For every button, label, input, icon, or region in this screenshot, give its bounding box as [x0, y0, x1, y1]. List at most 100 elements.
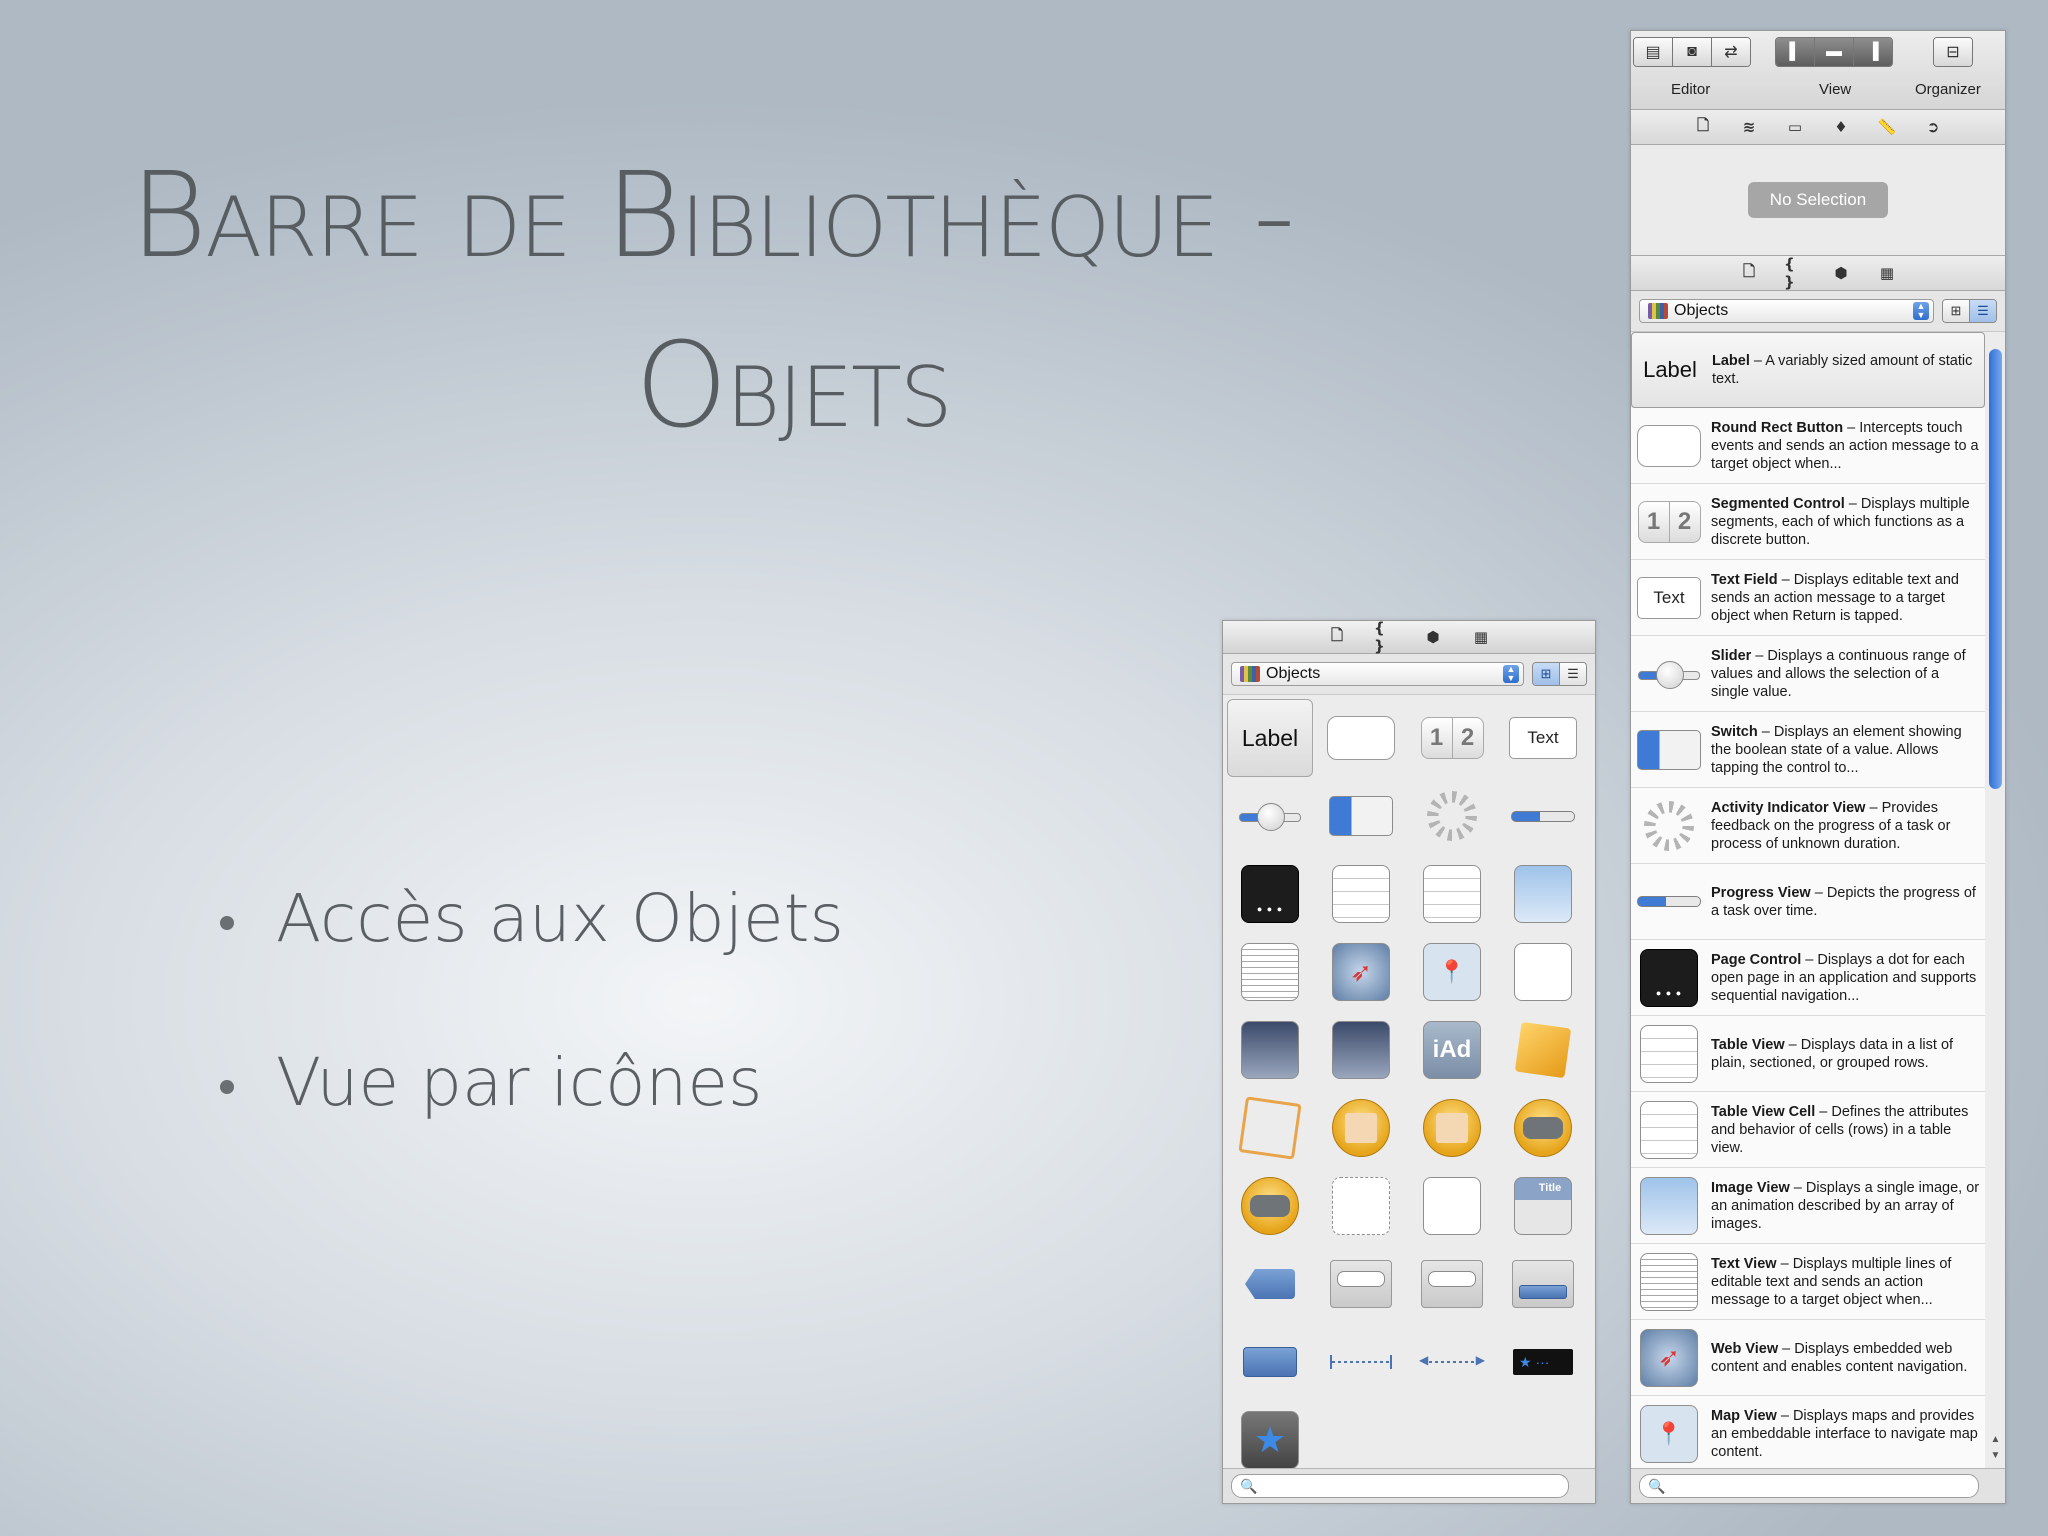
organizer-icon[interactable]: ⊟ — [1934, 38, 1972, 66]
object-progress-view[interactable] — [1500, 777, 1586, 855]
object-view[interactable] — [1409, 1167, 1495, 1245]
object-fixed-space[interactable] — [1318, 1323, 1404, 1401]
object-map-view[interactable]: 📍 — [1409, 933, 1495, 1011]
standard-editor-icon[interactable]: ▤ — [1634, 38, 1672, 66]
slider-icon — [1239, 802, 1301, 831]
list-item[interactable]: Switch – Displays an element showing the… — [1631, 712, 1985, 788]
object-web-view[interactable]: ➶ — [1318, 933, 1404, 1011]
list-item[interactable]: Text View – Displays multiple lines of e… — [1631, 1244, 1985, 1320]
object-scroll-view[interactable] — [1500, 933, 1586, 1011]
library-search-input[interactable]: 🔍 — [1639, 1474, 1979, 1498]
icon-view-button[interactable]: ⊞ — [1533, 663, 1559, 685]
item-title: Page Control — [1711, 951, 1802, 968]
objects-popup[interactable]: Objects ▲ ▼ — [1231, 662, 1524, 686]
object-date-picker[interactable] — [1227, 1011, 1313, 1089]
object-bar-button-item[interactable] — [1227, 1323, 1313, 1401]
object-navigation-controller[interactable] — [1500, 1089, 1586, 1167]
item-title: Slider — [1711, 647, 1752, 664]
braces-icon[interactable]: { } — [1784, 255, 1806, 291]
bullet-text: Accès aux Objets — [276, 880, 844, 957]
object-dashed-view[interactable] — [1318, 1167, 1404, 1245]
scroll-down-icon[interactable]: ▼ — [1989, 1450, 2002, 1461]
list-item[interactable]: Slider – Displays a continuous range of … — [1631, 636, 1985, 712]
quick-help-icon[interactable]: ≋ — [1738, 117, 1760, 137]
bar-button-item-icon — [1243, 1347, 1297, 1377]
objects-popup[interactable]: Objects ▲ ▼ — [1639, 299, 1934, 323]
object-tab-bar[interactable]: ★ ··· — [1500, 1323, 1586, 1401]
object-switch[interactable] — [1318, 777, 1404, 855]
cube-icon[interactable]: ⬢ — [1422, 627, 1444, 647]
label-icon: Label — [1643, 357, 1697, 382]
icon-view-button[interactable]: ⊞ — [1943, 300, 1969, 322]
list-view-button[interactable]: ☰ — [1969, 300, 1996, 322]
list-item[interactable]: 12 Segmented Control – Displays multiple… — [1631, 484, 1985, 560]
list-item[interactable]: Activity Indicator View – Provides feedb… — [1631, 788, 1985, 864]
version-editor-icon[interactable]: ⇄ — [1711, 38, 1750, 66]
object-page-control[interactable] — [1227, 855, 1313, 933]
list-item[interactable]: Page Control – Displays a dot for each o… — [1631, 940, 1985, 1016]
object-text-field[interactable]: Text — [1500, 699, 1586, 777]
object-toolbar[interactable] — [1500, 1245, 1586, 1323]
list-item[interactable]: ➶ Web View – Displays embedded web conte… — [1631, 1320, 1985, 1396]
view-icon — [1423, 1177, 1481, 1235]
object-search-display[interactable] — [1409, 1245, 1495, 1323]
object-search-bar[interactable] — [1318, 1245, 1404, 1323]
connections-inspector-icon[interactable]: ➲ — [1922, 117, 1944, 137]
object-table-view-cell[interactable] — [1409, 855, 1495, 933]
list-item[interactable]: Image View – Displays a single image, or… — [1631, 1168, 1985, 1244]
list-item[interactable]: Round Rect Button – Intercepts touch eve… — [1631, 408, 1985, 484]
film-icon[interactable]: ▦ — [1470, 627, 1492, 647]
scrollbar-thumb[interactable] — [1989, 349, 2002, 789]
object-ad-banner[interactable]: iAd — [1409, 1011, 1495, 1089]
table-view-icon — [1332, 865, 1390, 923]
object-text-view[interactable] — [1227, 933, 1313, 1011]
scroll-up-icon[interactable]: ▲ — [1989, 1434, 2002, 1445]
object-table-view-controller[interactable] — [1409, 1089, 1495, 1167]
object-label[interactable]: Label — [1227, 699, 1313, 777]
object-picker-view[interactable] — [1318, 1011, 1404, 1089]
object-table-view[interactable] — [1318, 855, 1404, 933]
cube-icon[interactable]: ⬢ — [1830, 263, 1852, 283]
object-round-rect-button[interactable] — [1318, 699, 1404, 777]
search-display-icon — [1421, 1260, 1483, 1308]
editor-label: Editor — [1671, 81, 1711, 98]
list-item[interactable]: Label Label – A variably sized amount of… — [1631, 332, 1985, 408]
object-cube[interactable] — [1500, 1011, 1586, 1089]
list-view-button[interactable]: ☰ — [1559, 663, 1586, 685]
table-view-icon — [1637, 1022, 1701, 1086]
navigator-view-icon[interactable]: ▌ — [1776, 38, 1814, 66]
film-icon[interactable]: ▦ — [1876, 263, 1898, 283]
attributes-inspector-icon[interactable]: ♦ — [1830, 117, 1852, 137]
object-image-view[interactable] — [1500, 855, 1586, 933]
object-outline-cube[interactable] — [1227, 1089, 1313, 1167]
braces-icon[interactable]: { } — [1374, 621, 1396, 655]
list-item[interactable]: Progress View – Depicts the progress of … — [1631, 864, 1985, 940]
size-inspector-icon[interactable]: 📏 — [1876, 117, 1898, 137]
object-flexible-space[interactable] — [1409, 1323, 1495, 1401]
list-item[interactable]: Table View Cell – Defines the attributes… — [1631, 1092, 1985, 1168]
utilities-view-icon[interactable]: ▐ — [1853, 38, 1892, 66]
library-search-input[interactable]: 🔍 — [1231, 1474, 1569, 1498]
file-inspector-icon[interactable]: 🗋 — [1692, 116, 1714, 137]
object-tab-bar-controller[interactable] — [1227, 1167, 1313, 1245]
object-navigation-bar[interactable]: Title — [1500, 1167, 1586, 1245]
object-activity-indicator[interactable] — [1409, 777, 1495, 855]
file-icon[interactable]: 🗋 — [1326, 626, 1348, 647]
utility-toolbar: ▤ ◙ ⇄ Editor ▌ ▬ ▐ View ⊟ Organizer — [1631, 31, 2005, 110]
list-item[interactable]: Text Text Field – Displays editable text… — [1631, 560, 1985, 636]
file-icon[interactable]: 🗋 — [1738, 262, 1760, 283]
object-slider[interactable] — [1227, 777, 1313, 855]
object-navigation-item[interactable] — [1227, 1245, 1313, 1323]
object-view-controller[interactable] — [1318, 1089, 1404, 1167]
assistant-editor-icon[interactable]: ◙ — [1672, 38, 1711, 66]
debug-area-icon[interactable]: ▬ — [1814, 38, 1853, 66]
slide-title-line-2: Objets — [635, 316, 953, 454]
list-item[interactable]: Table View – Displays data in a list of … — [1631, 1016, 1985, 1092]
image-view-icon — [1637, 1174, 1701, 1238]
identity-inspector-icon[interactable]: ▭ — [1784, 117, 1806, 137]
item-title: Activity Indicator View — [1711, 799, 1866, 816]
list-scrollbar[interactable]: ▲ ▼ — [1989, 349, 2002, 1467]
segmented-control-icon: 12 — [1637, 490, 1701, 554]
list-item[interactable]: 📍 Map View – Displays maps and provides … — [1631, 1396, 1985, 1472]
object-segmented-control[interactable]: 12 — [1409, 699, 1495, 777]
